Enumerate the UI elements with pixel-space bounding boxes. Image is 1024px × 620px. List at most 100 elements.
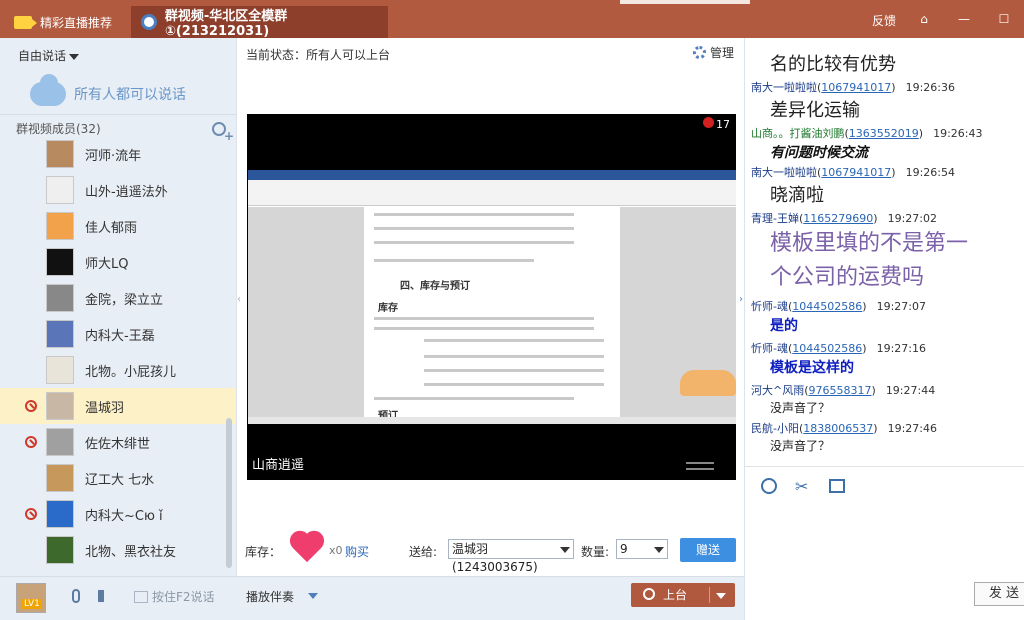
members-count-label: 群视频成员(32) bbox=[16, 122, 101, 136]
recipient-select[interactable]: 温城羽(1243003675) bbox=[448, 539, 574, 574]
chevron-down-icon[interactable] bbox=[308, 593, 318, 599]
push-to-talk-button[interactable]: 按住F2说话 bbox=[134, 588, 215, 605]
video-player[interactable]: 17 四、库存与预订 库存 预订 bbox=[247, 114, 736, 480]
emoji-icon[interactable] bbox=[761, 478, 777, 494]
word-ribbon bbox=[248, 180, 736, 206]
word-document-page: 四、库存与预订 库存 预订 bbox=[364, 207, 620, 424]
manage-button[interactable]: 管理 bbox=[692, 44, 734, 61]
heart-gift-icon[interactable] bbox=[289, 532, 325, 566]
avatar bbox=[46, 140, 74, 168]
chat-sender-id[interactable]: 1165279690 bbox=[803, 212, 873, 225]
chat-sender[interactable]: 民航-小阳 bbox=[751, 422, 799, 435]
chat-timestamp: 19:27:07 bbox=[876, 300, 926, 313]
collapse-left-icon[interactable]: ‹ bbox=[237, 294, 241, 305]
member-list[interactable]: 河师·流年山外-逍遥法外 佳人郁雨师大LQ 金院，梁立立 内科大-王磊北物。小屁孩儿温… bbox=[0, 136, 236, 566]
chevron-down-icon bbox=[69, 53, 80, 60]
collapse-right-icon[interactable]: › bbox=[739, 294, 743, 305]
chat-sender-id[interactable]: 1067941017 bbox=[821, 81, 891, 94]
speaker-icon[interactable] bbox=[98, 590, 108, 602]
word-titlebar bbox=[248, 170, 736, 180]
chat-timestamp: 19:26:54 bbox=[905, 166, 955, 179]
chat-message-header: 民航-小阳(1838006537) 19:27:46 bbox=[751, 422, 937, 435]
minimize-icon[interactable]: — bbox=[944, 12, 984, 29]
member-item[interactable]: 北物。小屁孩儿 bbox=[0, 352, 236, 388]
add-user-icon[interactable] bbox=[212, 122, 234, 150]
chat-sender[interactable]: 忻师-魂 bbox=[751, 300, 788, 313]
chat-message-body: 没声音了？ bbox=[770, 401, 831, 415]
chat-sender-id[interactable]: 1044502586 bbox=[792, 342, 862, 355]
give-gift-button[interactable]: 赠送 bbox=[680, 538, 736, 562]
member-list-scrollbar[interactable] bbox=[226, 418, 232, 568]
video-options-icon[interactable] bbox=[686, 462, 714, 470]
video-speaker-name: 山商逍遥 bbox=[252, 458, 305, 473]
member-item[interactable]: 佐佐木绯世 bbox=[0, 424, 236, 460]
tab-group-video[interactable]: 群视频-华北区全模群①(213212031) bbox=[131, 6, 388, 39]
member-item[interactable]: 温城羽 bbox=[0, 388, 236, 424]
quantity-label: 数量: bbox=[581, 545, 610, 559]
avatar bbox=[46, 176, 74, 204]
chat-messages[interactable]: 名的比较有优势 南大一啦啦啦(1067941017) 19:26:36 差异化运输 山商… bbox=[745, 38, 1024, 466]
member-name: 佳人郁雨 bbox=[85, 220, 138, 236]
chat-message-body: 没声音了？ bbox=[770, 439, 831, 453]
background-decoration bbox=[620, 0, 750, 4]
member-item[interactable]: 金院，梁立立 bbox=[0, 280, 236, 316]
member-item[interactable]: 师大LQ bbox=[0, 244, 236, 280]
chat-sender[interactable]: 忻师-魂 bbox=[751, 342, 788, 355]
chat-sender[interactable]: 南大一啦啦啦 bbox=[751, 81, 817, 94]
avatar bbox=[46, 212, 74, 240]
chat-message-body: 晓滴啦 bbox=[770, 185, 824, 206]
talk-mode-dropdown[interactable]: 自由说话 bbox=[18, 47, 80, 64]
chat-message-header: 忻师-魂(1044502586) 19:27:16 bbox=[751, 342, 926, 355]
chat-sender-id[interactable]: 1044502586 bbox=[792, 300, 862, 313]
scissors-icon[interactable]: ✂ bbox=[795, 477, 808, 496]
talk-mode-label: 自由说话 bbox=[18, 49, 67, 63]
all-can-speak-label: 所有人都可以说话 bbox=[74, 87, 186, 103]
chat-message-body: 模板是这样的 bbox=[770, 360, 854, 376]
avatar bbox=[46, 248, 74, 276]
member-item[interactable]: 佳人郁雨 bbox=[0, 208, 236, 244]
play-accompaniment-button[interactable]: 播放伴奏 bbox=[246, 588, 294, 605]
gear-icon bbox=[692, 46, 706, 59]
quantity-select[interactable]: 9 bbox=[616, 539, 668, 559]
member-item[interactable]: 河师·流年 bbox=[0, 136, 236, 172]
avatar bbox=[46, 428, 74, 456]
avatar bbox=[46, 320, 74, 348]
chat-sender[interactable]: 山商。。打酱油刘鹏 bbox=[751, 127, 845, 140]
feedback-button[interactable]: 反馈 bbox=[864, 12, 904, 29]
chevron-down-icon[interactable] bbox=[716, 593, 726, 599]
shared-screen: 四、库存与预订 库存 预订 bbox=[248, 170, 736, 424]
buy-link[interactable]: 购买 bbox=[345, 543, 369, 560]
member-name: 金院，梁立立 bbox=[85, 292, 164, 308]
member-name: 北物、黑衣社友 bbox=[85, 544, 177, 560]
chat-sender-id[interactable]: 1363552019 bbox=[849, 127, 919, 140]
recipient-value: 温城羽(1243003675) bbox=[452, 542, 538, 574]
send-button[interactable]: 发 送 bbox=[974, 582, 1024, 606]
send-to-label: 送给: bbox=[409, 545, 438, 559]
member-item[interactable]: 北物、黑衣社友 bbox=[0, 532, 236, 566]
chat-sender[interactable]: 南大一啦啦啦 bbox=[751, 166, 817, 179]
chat-message-body: 名的比较有优势 bbox=[770, 54, 896, 75]
image-icon[interactable] bbox=[829, 479, 845, 493]
tab-live-recommend[interactable]: 精彩直播推荐 bbox=[0, 6, 130, 38]
chat-message-body: 个公司的运费吗 bbox=[770, 265, 925, 290]
member-item[interactable]: 山外-逍遥法外 bbox=[0, 172, 236, 208]
maximize-icon[interactable]: ☐ bbox=[984, 12, 1024, 29]
chat-timestamp: 19:26:43 bbox=[933, 127, 983, 140]
chat-message-header: 河大^风雨(976558317) 19:27:44 bbox=[751, 384, 936, 397]
go-on-stage-button[interactable]: 上台 bbox=[631, 583, 735, 607]
chat-sender-id[interactable]: 1838006537 bbox=[803, 422, 873, 435]
document-subheading: 库存 bbox=[378, 303, 398, 314]
member-name: 内科大-王磊 bbox=[85, 328, 155, 344]
chat-sender[interactable]: 河大^风雨 bbox=[751, 384, 804, 397]
member-item[interactable]: 内科大-王磊 bbox=[0, 316, 236, 352]
member-name: 山外-逍遥法外 bbox=[85, 184, 168, 200]
chat-sender-id[interactable]: 976558317 bbox=[809, 384, 872, 397]
member-item[interactable]: 辽工大 七水 bbox=[0, 460, 236, 496]
skin-icon[interactable]: ⌂ bbox=[904, 12, 944, 29]
microphone-icon[interactable] bbox=[72, 589, 80, 603]
chat-message-body: 是的 bbox=[770, 318, 798, 334]
chat-sender[interactable]: 青理-王婵 bbox=[751, 212, 799, 225]
chat-message-body: 有问题时候交流 bbox=[770, 145, 868, 161]
member-item[interactable]: 内科大~Cю ǐ bbox=[0, 496, 236, 532]
chat-sender-id[interactable]: 1067941017 bbox=[821, 166, 891, 179]
